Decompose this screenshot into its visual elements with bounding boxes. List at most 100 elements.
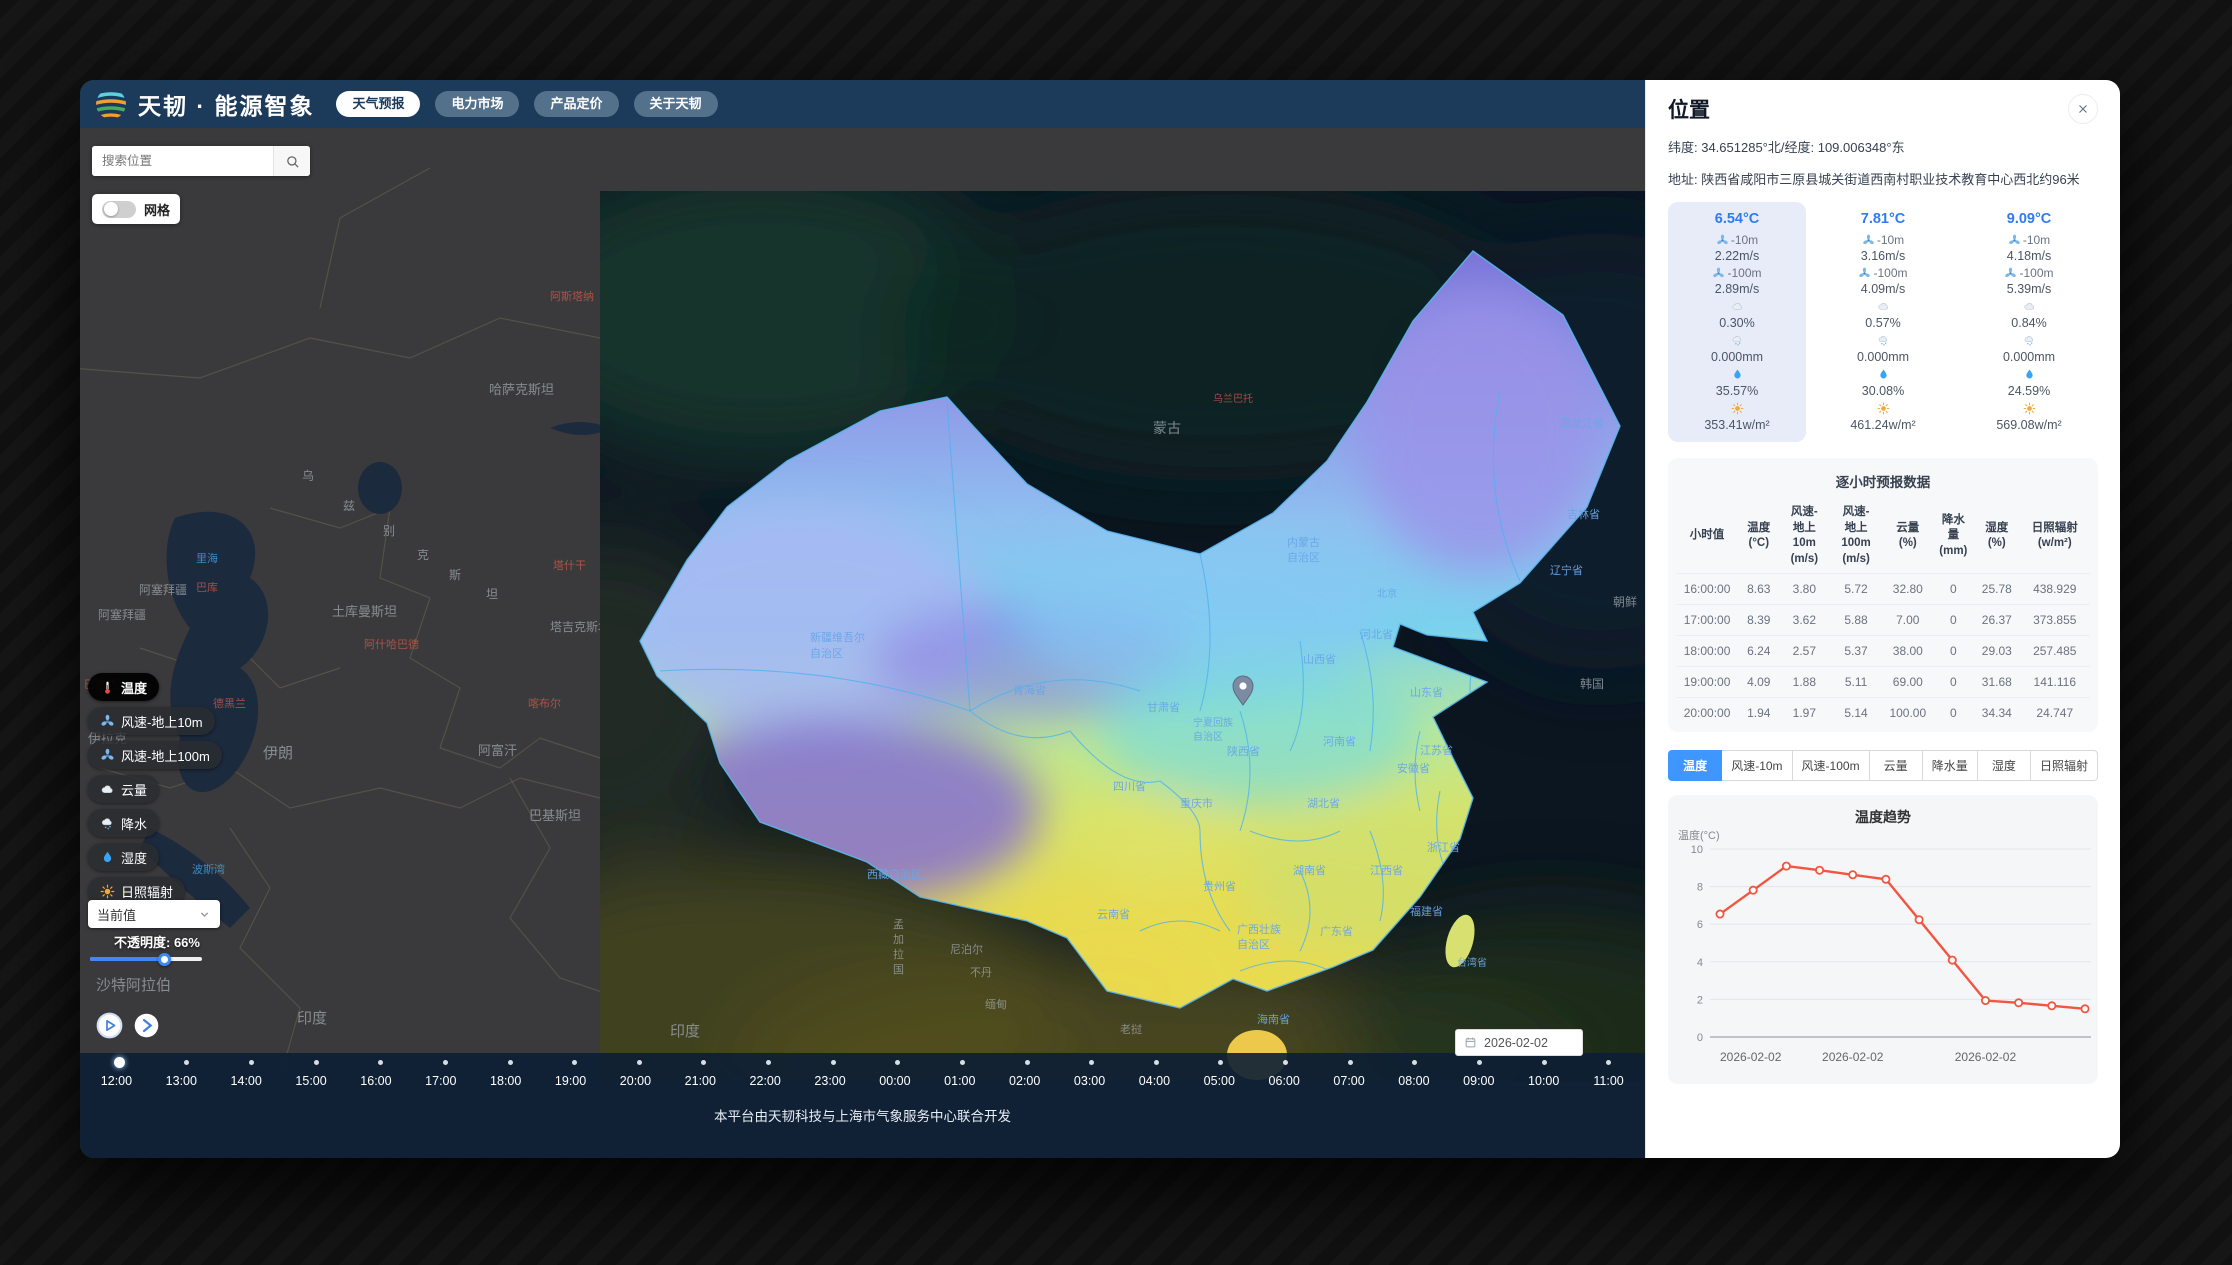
layer-button-风速-地上10m[interactable]: 风速-地上10m	[88, 707, 215, 735]
timeline-hour-01:00[interactable]: 01:00	[930, 1074, 990, 1088]
layer-button-风速-地上100m[interactable]: 风速-地上100m	[88, 741, 222, 769]
timeline-hour-18:00[interactable]: 18:00	[476, 1074, 536, 1088]
timeline-dot-01:00[interactable]	[960, 1060, 965, 1065]
value-mode-select[interactable]: 当前值	[88, 900, 220, 928]
layer-button-湿度[interactable]: 湿度	[88, 843, 159, 871]
timeline-hour-13:00[interactable]: 13:00	[151, 1074, 211, 1088]
layer-label: 日照辐射	[121, 882, 173, 901]
timeline-dot-21:00[interactable]	[701, 1060, 706, 1065]
chart-tab-日照辐射[interactable]: 日照辐射	[2031, 750, 2098, 781]
trend-chart-card: 温度趋势 0246810温度(°C)2026-02-022026-02-0220…	[1668, 795, 2098, 1084]
timeline-hour-16:00[interactable]: 16:00	[346, 1074, 406, 1088]
chart-tab-风速-10m[interactable]: 风速-10m	[1722, 750, 1792, 781]
timeline-dot-02:00[interactable]	[1025, 1060, 1030, 1065]
timeline-hour-19:00[interactable]: 19:00	[541, 1074, 601, 1088]
nav-tab-3[interactable]: 产品定价	[534, 91, 618, 117]
timeline-hour-23:00[interactable]: 23:00	[800, 1074, 860, 1088]
table-column-header: 风速-地上10m(m/s)	[1779, 499, 1829, 574]
timeline-dot-19:00[interactable]	[572, 1060, 577, 1065]
timeline-hour-15:00[interactable]: 15:00	[281, 1074, 341, 1088]
chart-tabs: 温度风速-10m风速-100m云量降水量湿度日照辐射	[1668, 750, 2098, 781]
map-label: 巴基斯坦	[529, 808, 581, 823]
timeline-hour-10:00[interactable]: 10:00	[1514, 1074, 1574, 1088]
timeline-hour-12:00[interactable]: 12:00	[86, 1074, 146, 1088]
layer-label: 湿度	[121, 848, 147, 867]
timeline-hour-03:00[interactable]: 03:00	[1060, 1074, 1120, 1088]
map-label: 甘肃省	[1147, 701, 1180, 714]
opacity-slider[interactable]	[90, 957, 202, 961]
timeline-dot-12:00[interactable]	[114, 1057, 125, 1068]
timeline-hour-17:00[interactable]: 17:00	[411, 1074, 471, 1088]
timeline-hour-08:00[interactable]: 08:00	[1384, 1074, 1444, 1088]
timeline-hour-22:00[interactable]: 22:00	[735, 1074, 795, 1088]
map-label: 江苏省	[1420, 744, 1453, 757]
search-input[interactable]	[92, 146, 273, 176]
grid-toggle[interactable]	[102, 201, 136, 218]
timeline-dot-06:00[interactable]	[1283, 1060, 1288, 1065]
timeline-dot-18:00[interactable]	[508, 1060, 513, 1065]
step-forward-button[interactable]	[133, 1012, 160, 1039]
coordinates-text: 纬度: 34.651285°北/经度: 109.006348°东	[1668, 137, 2098, 156]
svg-text:0: 0	[1697, 1032, 1703, 1044]
timeline-dot-15:00[interactable]	[314, 1060, 319, 1065]
chart-tab-温度[interactable]: 温度	[1668, 750, 1722, 781]
timeline-hour-14:00[interactable]: 14:00	[216, 1074, 276, 1088]
opacity-label: 不透明度: 66%	[114, 932, 200, 951]
timeline-hour-21:00[interactable]: 21:00	[670, 1074, 730, 1088]
droplet-icon	[1877, 368, 1890, 381]
sun-icon	[100, 884, 115, 899]
map-label: 孟	[893, 918, 904, 931]
map-label: 山东省	[1410, 686, 1443, 699]
timeline-dot-20:00[interactable]	[637, 1060, 642, 1065]
timeline-hour-09:00[interactable]: 09:00	[1449, 1074, 1509, 1088]
timeline-dot-07:00[interactable]	[1348, 1060, 1353, 1065]
timeline-dot-14:00[interactable]	[249, 1060, 254, 1065]
timeline-dot-04:00[interactable]	[1154, 1060, 1159, 1065]
timeline-hour-00:00[interactable]: 00:00	[865, 1074, 925, 1088]
timeline-dot-22:00[interactable]	[766, 1060, 771, 1065]
map-label: 印度	[670, 1023, 700, 1040]
timeline-dot-23:00[interactable]	[831, 1060, 836, 1065]
layer-button-云量[interactable]: 云量	[88, 775, 159, 803]
timeline-dot-09:00[interactable]	[1477, 1060, 1482, 1065]
nav-tab-1[interactable]: 天气预报	[336, 91, 420, 117]
play-button[interactable]	[96, 1012, 123, 1039]
timeline-hour-05:00[interactable]: 05:00	[1189, 1074, 1249, 1088]
layer-label: 降水	[121, 814, 147, 833]
timeline-hour-11:00[interactable]: 11:00	[1579, 1074, 1639, 1088]
map-label: 阿塞拜疆	[98, 607, 146, 622]
timeline-hour-06:00[interactable]: 06:00	[1254, 1074, 1314, 1088]
panel-close-button[interactable]	[2068, 94, 2098, 124]
chart-tab-风速-100m[interactable]: 风速-100m	[1793, 750, 1870, 781]
timeline-hour-04:00[interactable]: 04:00	[1124, 1074, 1184, 1088]
timeline-dot-13:00[interactable]	[184, 1060, 189, 1065]
timeline-dot-00:00[interactable]	[895, 1060, 900, 1065]
map-label: 自治区	[1193, 730, 1223, 743]
nav-tab-4[interactable]: 关于天韧	[634, 91, 718, 117]
layer-button-降水[interactable]: 降水	[88, 809, 159, 837]
timeline-hour-20:00[interactable]: 20:00	[605, 1074, 665, 1088]
timeline-hour-02:00[interactable]: 02:00	[995, 1074, 1055, 1088]
map-canvas[interactable]: 哈萨克斯坦阿斯塔纳乌兹别克斯坦土库曼斯坦阿什哈巴德塔吉克斯坦塔什干里海巴库阿塞拜…	[80, 128, 1645, 1158]
map-label: 贵州省	[1203, 880, 1236, 893]
date-picker[interactable]: 2026-02-02	[1455, 1029, 1583, 1056]
timeline-dot-03:00[interactable]	[1089, 1060, 1094, 1065]
timeline-dot-05:00[interactable]	[1218, 1060, 1223, 1065]
timeline-dot-17:00[interactable]	[443, 1060, 448, 1065]
chart-tab-湿度[interactable]: 湿度	[1978, 750, 2031, 781]
map-label: 阿斯塔纳	[550, 290, 594, 303]
chart-tab-降水量[interactable]: 降水量	[1923, 750, 1978, 781]
layer-button-温度[interactable]: 温度	[88, 673, 159, 701]
chart-tab-云量[interactable]: 云量	[1870, 750, 1923, 781]
map-label: 陕西省	[1227, 744, 1260, 758]
search-button[interactable]	[273, 146, 310, 176]
timeline-bar: 12:00 13:00 14:00 15:00 16:00 17:00 18:00 19:00…	[80, 1053, 1645, 1158]
map-label: 宁夏回族	[1193, 716, 1233, 729]
grid-toggle-label: 网格	[144, 200, 170, 219]
timeline-dot-16:00[interactable]	[378, 1060, 383, 1065]
timeline-hour-07:00[interactable]: 07:00	[1319, 1074, 1379, 1088]
timeline-dot-10:00[interactable]	[1542, 1060, 1547, 1065]
timeline-dot-11:00[interactable]	[1606, 1060, 1611, 1065]
nav-tab-2[interactable]: 电力市场	[435, 91, 519, 117]
timeline-dot-08:00[interactable]	[1412, 1060, 1417, 1065]
